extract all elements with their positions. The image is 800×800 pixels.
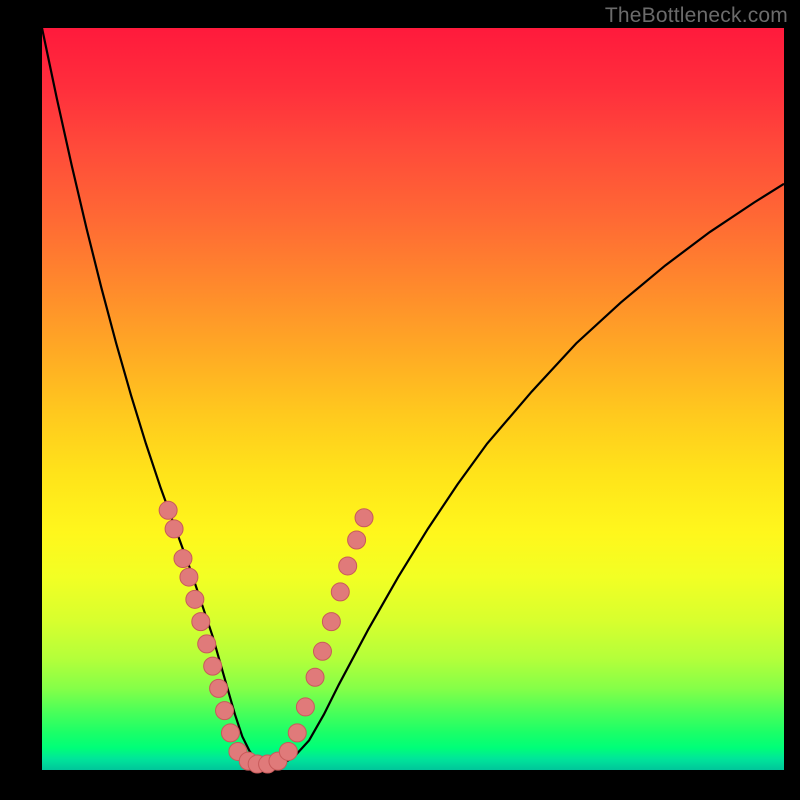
data-marker <box>204 657 222 675</box>
data-marker <box>186 590 204 608</box>
watermark-text: TheBottleneck.com <box>605 4 788 28</box>
data-marker <box>165 520 183 538</box>
data-marker <box>288 724 306 742</box>
data-marker <box>339 557 357 575</box>
data-marker <box>198 635 216 653</box>
data-marker <box>313 642 331 660</box>
bottleneck-curve <box>42 28 784 766</box>
data-marker <box>296 698 314 716</box>
data-marker <box>180 568 198 586</box>
data-marker <box>279 742 297 760</box>
data-marker <box>355 509 373 527</box>
data-marker <box>210 679 228 697</box>
marker-group <box>159 501 373 773</box>
plot-area <box>42 28 784 770</box>
curve-layer <box>42 28 784 770</box>
data-marker <box>348 531 366 549</box>
data-marker <box>322 613 340 631</box>
data-marker <box>159 501 177 519</box>
data-marker <box>216 702 234 720</box>
data-marker <box>331 583 349 601</box>
data-marker <box>306 668 324 686</box>
chart-root: TheBottleneck.com <box>0 0 800 800</box>
data-marker <box>221 724 239 742</box>
data-marker <box>192 613 210 631</box>
data-marker <box>174 550 192 568</box>
